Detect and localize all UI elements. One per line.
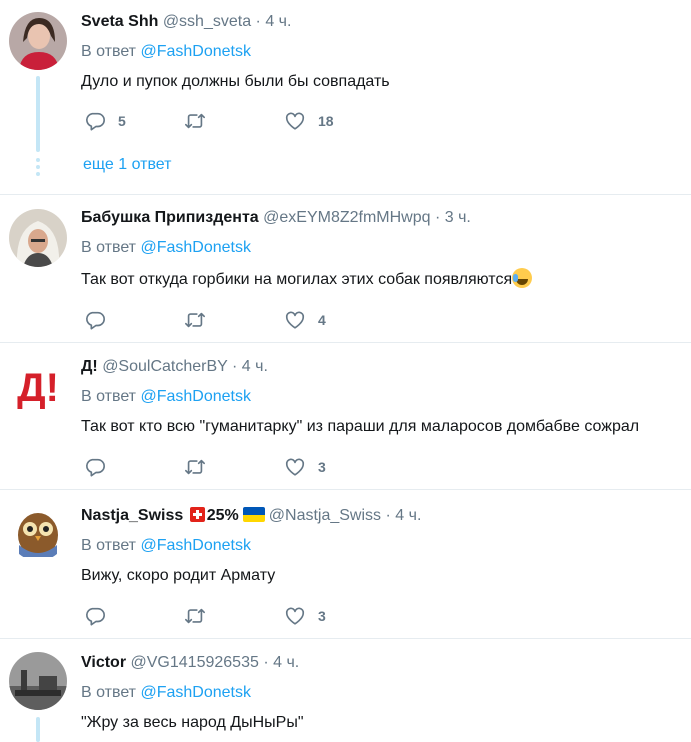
reply-icon xyxy=(84,110,106,132)
tweet-text-body: Так вот откуда горбики на могилах этих с… xyxy=(81,271,513,288)
reply-prefix: В ответ xyxy=(81,684,137,701)
separator: · xyxy=(255,13,261,30)
tweet-text: Так вот откуда горбики на могилах этих с… xyxy=(81,268,691,290)
tweet-time[interactable]: 4 ч. xyxy=(273,654,299,671)
tweet[interactable]: Victor @VG1415926535 · 4 ч. В ответ @Fas… xyxy=(0,639,691,742)
reply-mention[interactable]: @FashDonetsk xyxy=(140,684,251,701)
heart-icon xyxy=(284,456,306,478)
tweet-text: Так вот кто всю "гуманитарку" из параши … xyxy=(81,418,640,435)
reply-button[interactable] xyxy=(84,309,184,331)
reply-icon xyxy=(84,309,106,331)
avatar[interactable] xyxy=(9,503,67,561)
reply-mention[interactable]: @FashDonetsk xyxy=(140,43,251,60)
reply-count: 5 xyxy=(118,113,126,129)
like-count: 3 xyxy=(318,608,326,624)
avatar[interactable] xyxy=(9,209,67,267)
heart-icon xyxy=(284,110,306,132)
tweet[interactable]: Sveta Shh @ssh_sveta · 4 ч. В ответ @Fas… xyxy=(0,0,691,195)
like-count: 18 xyxy=(318,113,334,129)
retweet-icon xyxy=(184,605,206,627)
like-count: 4 xyxy=(318,312,326,328)
retweet-button[interactable] xyxy=(184,309,284,331)
thread-line xyxy=(36,717,40,742)
tweet-time[interactable]: 4 ч. xyxy=(265,13,291,30)
reply-button[interactable] xyxy=(84,605,184,627)
tweet-text: Вижу, скоро родит Армату xyxy=(81,567,276,584)
retweet-icon xyxy=(184,110,206,132)
user-name-suffix: 25% xyxy=(206,507,239,524)
reply-mention[interactable]: @FashDonetsk xyxy=(140,239,251,256)
tweet-time[interactable]: 3 ч. xyxy=(445,209,471,226)
retweet-button[interactable] xyxy=(184,605,284,627)
user-handle[interactable]: @exEYM8Z2fmMHwpq xyxy=(263,209,430,226)
reply-button[interactable] xyxy=(84,456,184,478)
user-handle[interactable]: @Nastja_Swiss xyxy=(269,507,381,524)
user-name[interactable]: Victor xyxy=(81,654,126,671)
retweet-button[interactable] xyxy=(184,456,284,478)
reply-context: В ответ @FashDonetsk xyxy=(81,238,691,258)
reply-context: В ответ @FashDonetsk xyxy=(81,536,691,556)
more-replies-link[interactable]: еще 1 ответ xyxy=(83,156,171,174)
reply-prefix: В ответ xyxy=(81,239,137,256)
like-button[interactable]: 18 xyxy=(284,110,384,132)
reply-mention[interactable]: @FashDonetsk xyxy=(140,537,251,554)
reply-icon xyxy=(84,456,106,478)
tweet[interactable]: Д! Д! @SoulCatcherBY · 4 ч. В ответ @Fas… xyxy=(0,343,691,490)
tweet[interactable]: Бабушка Припиздента @exEYM8Z2fmMHwpq · 3… xyxy=(0,195,691,343)
reply-prefix: В ответ xyxy=(81,388,137,405)
reply-context: В ответ @FashDonetsk xyxy=(81,683,691,703)
like-count: 3 xyxy=(318,459,326,475)
thread-line xyxy=(36,76,40,152)
retweet-icon xyxy=(184,309,206,331)
ukraine-flag-icon xyxy=(242,507,265,522)
user-name[interactable]: Sveta Shh xyxy=(81,13,158,30)
reply-prefix: В ответ xyxy=(81,537,137,554)
heart-icon xyxy=(284,605,306,627)
user-handle[interactable]: @ssh_sveta xyxy=(163,13,251,30)
user-handle[interactable]: @SoulCatcherBY xyxy=(102,358,227,375)
reply-icon xyxy=(84,605,106,627)
like-button[interactable]: 3 xyxy=(284,456,384,478)
laughing-tears-emoji-icon xyxy=(512,268,533,288)
tweet[interactable]: Nastja_Swiss 25% @Nastja_Swiss · 4 ч. В о… xyxy=(0,490,691,639)
tweet-text: "Жру за весь народ ДыНыРы" xyxy=(81,714,304,731)
tweet-text: Дуло и пупок должны были бы совпадать xyxy=(81,73,390,90)
reply-context: В ответ @FashDonetsk xyxy=(81,387,691,407)
retweet-icon xyxy=(184,456,206,478)
user-name[interactable]: Бабушка Припиздента xyxy=(81,209,259,226)
user-handle[interactable]: @VG1415926535 xyxy=(131,654,259,671)
avatar[interactable]: Д! xyxy=(9,357,67,415)
like-button[interactable]: 4 xyxy=(284,309,384,331)
retweet-button[interactable] xyxy=(184,110,284,132)
separator: · xyxy=(263,654,269,671)
user-name[interactable]: Nastja_Swiss xyxy=(81,507,183,524)
avatar-logo-text: Д! xyxy=(17,366,59,410)
avatar[interactable] xyxy=(9,12,67,70)
heart-icon xyxy=(284,309,306,331)
user-name[interactable]: Д! xyxy=(81,358,98,375)
avatar[interactable] xyxy=(9,652,67,710)
reply-prefix: В ответ xyxy=(81,43,137,60)
tweet-time[interactable]: 4 ч. xyxy=(242,358,268,375)
reply-button[interactable]: 5 xyxy=(84,110,184,132)
separator: · xyxy=(385,507,391,524)
like-button[interactable]: 3 xyxy=(284,605,384,627)
tweet-time[interactable]: 4 ч. xyxy=(395,507,421,524)
swiss-flag-icon xyxy=(189,507,205,522)
reply-context: В ответ @FashDonetsk xyxy=(81,42,691,62)
separator: · xyxy=(434,209,441,226)
separator: · xyxy=(231,358,238,375)
reply-mention[interactable]: @FashDonetsk xyxy=(140,388,251,405)
thread-dots xyxy=(36,158,40,179)
